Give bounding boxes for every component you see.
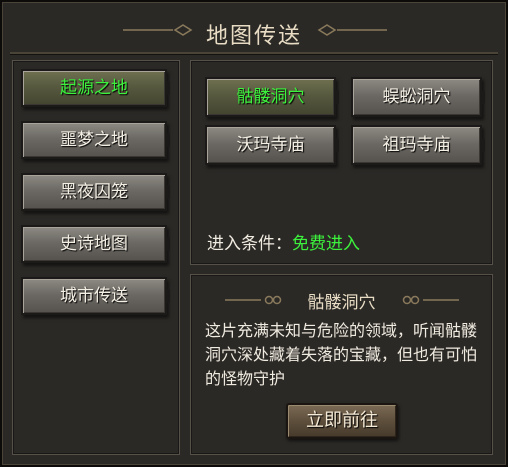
- destination-panel: 骷髅洞穴 蜈蚣洞穴 沃玛寺庙 祖玛寺庙 进入条件：免费进入: [190, 60, 493, 265]
- sidebar-item-origin-land[interactable]: 起源之地: [21, 69, 170, 107]
- sidebar-item-night-cage[interactable]: 黑夜囚笼: [21, 173, 170, 211]
- destination-centipede-cave[interactable]: 蜈蚣洞穴: [351, 77, 485, 117]
- destination-woma-temple[interactable]: 沃玛寺庙: [205, 125, 339, 165]
- detail-title: 骷髅洞穴: [307, 293, 376, 313]
- title-divider: [10, 52, 498, 55]
- destination-skeleton-cave[interactable]: 骷髅洞穴: [205, 77, 339, 117]
- window-title: 地图传送: [205, 24, 302, 49]
- entry-condition: 进入条件：免费进入: [207, 229, 360, 254]
- detail-description: 这片充满未知与危险的领域，听闻骷髅洞穴深处藏着失落的宝藏，但也有可怕的怪物守护: [205, 321, 478, 388]
- detail-ornament-left-icon: [225, 295, 282, 305]
- entry-condition-label: 进入条件：: [207, 234, 292, 254]
- sidebar-item-nightmare-land[interactable]: 噩梦之地: [21, 121, 170, 159]
- entry-condition-value: 免费进入: [292, 234, 360, 254]
- detail-header: 骷髅洞穴: [191, 288, 492, 313]
- teleport-window: 地图传送 起源之地 噩梦之地 黑夜囚笼 史诗地图 城市传送 骷髅洞穴 蜈蚣洞穴 …: [0, 0, 508, 467]
- title-ornament-right-icon: [317, 24, 387, 36]
- detail-ornament-right-icon: [402, 295, 459, 305]
- map-category-panel: 起源之地 噩梦之地 黑夜囚笼 史诗地图 城市传送: [12, 60, 180, 455]
- destination-zuma-temple[interactable]: 祖玛寺庙: [351, 125, 485, 165]
- title-bar: 地图传送: [5, 5, 503, 55]
- go-now-button[interactable]: 立即前往: [286, 403, 398, 439]
- sidebar-item-epic-map[interactable]: 史诗地图: [21, 225, 170, 263]
- sidebar-item-city-teleport[interactable]: 城市传送: [21, 277, 170, 315]
- destination-detail-panel: 骷髅洞穴 这片充满未知与危险的领域，听闻骷髅洞穴深处藏着失落的宝藏，但也有可怕的…: [190, 274, 493, 455]
